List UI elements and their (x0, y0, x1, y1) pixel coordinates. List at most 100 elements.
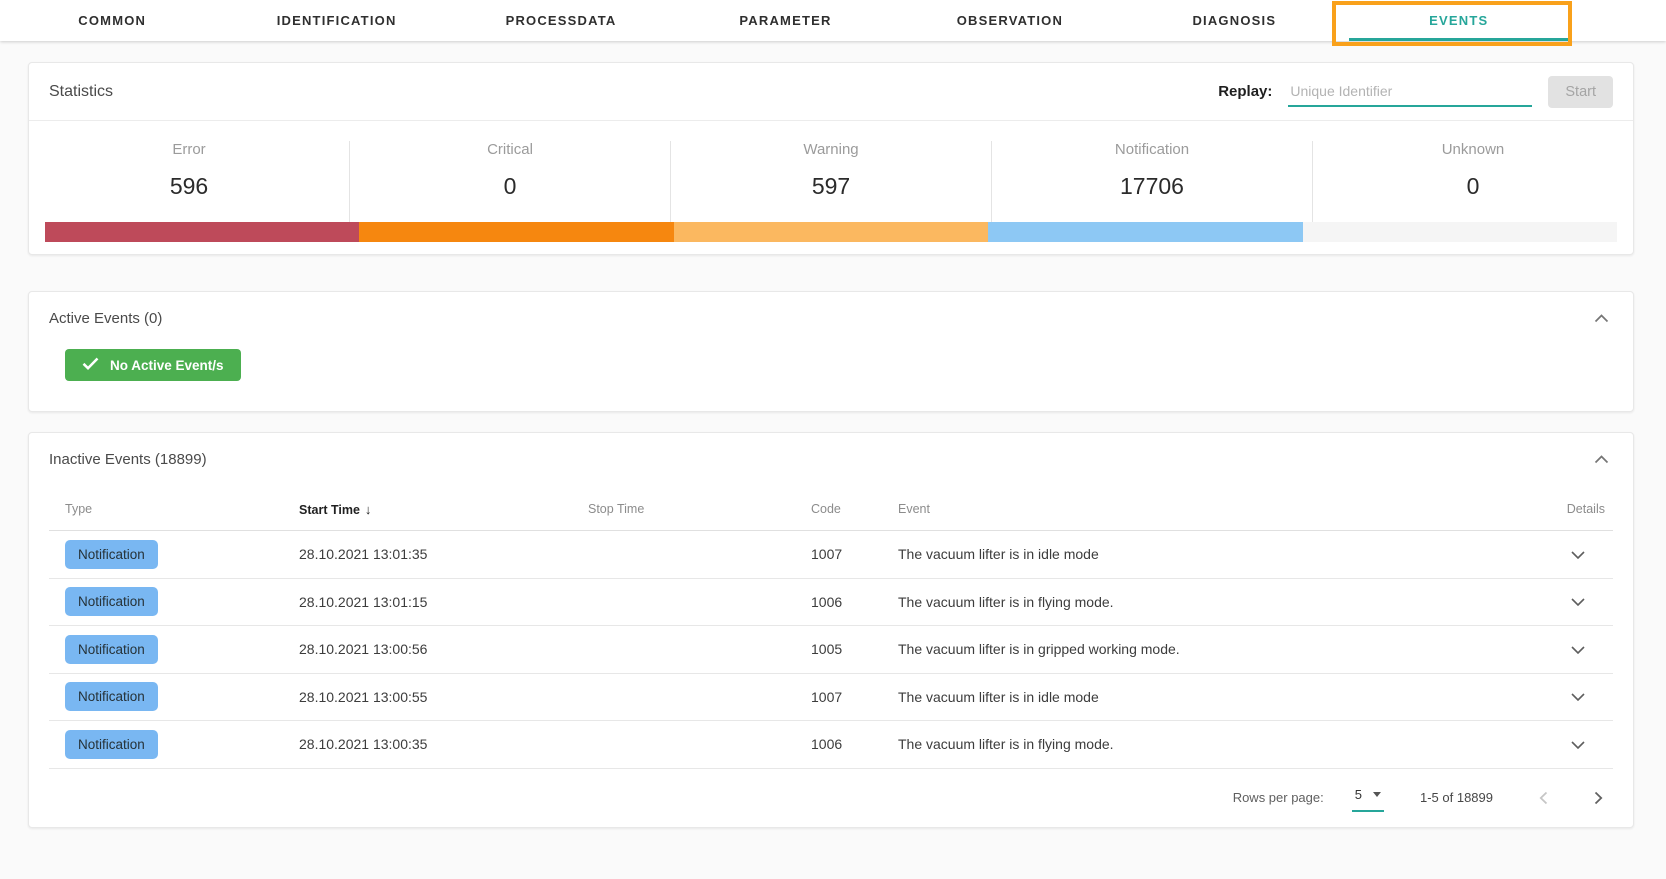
tab-common[interactable]: COMMON (0, 0, 224, 41)
stat-unknown: Unknown 0 (1313, 141, 1633, 222)
table-row: Notification 28.10.2021 13:01:35 1007 Th… (49, 531, 1613, 579)
start-button[interactable]: Start (1548, 76, 1613, 108)
stat-value: 597 (671, 173, 991, 200)
column-header-event: Event (882, 502, 1473, 516)
chevron-down-icon (1571, 547, 1585, 562)
next-page-button[interactable] (1588, 785, 1609, 811)
main-content: Statistics Replay: Start Error 596 Criti… (0, 41, 1666, 828)
table-row: Notification 28.10.2021 13:00:35 1006 Th… (49, 721, 1613, 769)
sort-descending-icon: ↓ (365, 502, 372, 517)
bar-segment-critical (359, 222, 673, 242)
cell-event: The vacuum lifter is in idle mode (882, 689, 1473, 705)
cell-start-time: 28.10.2021 13:00:56 (283, 641, 572, 657)
cell-event: The vacuum lifter is in idle mode (882, 546, 1473, 562)
stat-value: 0 (350, 173, 670, 200)
replay-label: Replay: (1218, 83, 1272, 100)
check-icon (82, 357, 99, 373)
collapse-inactive-events-button[interactable] (1590, 451, 1613, 468)
chevron-up-icon (1594, 452, 1609, 467)
stat-error: Error 596 (29, 141, 350, 222)
tab-identification[interactable]: IDENTIFICATION (224, 0, 448, 41)
chevron-down-icon (1571, 737, 1585, 752)
stat-label: Critical (350, 141, 670, 158)
cell-code: 1006 (795, 736, 882, 752)
type-badge: Notification (65, 730, 158, 759)
expand-row-button[interactable] (1569, 547, 1587, 563)
statistics-grid: Error 596 Critical 0 Warning 597 Notific… (29, 121, 1633, 222)
badge-label: No Active Event/s (110, 358, 224, 373)
inactive-events-title: Inactive Events (18899) (49, 451, 207, 468)
table-row: Notification 28.10.2021 13:00:56 1005 Th… (49, 626, 1613, 674)
column-header-type: Type (49, 502, 283, 516)
column-header-start-time[interactable]: Start Time ↓ (283, 502, 572, 517)
type-badge: Notification (65, 635, 158, 664)
cell-start-time: 28.10.2021 13:00:35 (283, 736, 572, 752)
chevron-down-icon (1571, 594, 1585, 609)
column-header-label: Start Time (299, 503, 360, 517)
severity-color-bar (45, 222, 1617, 242)
replay-group: Replay: Start (1218, 76, 1613, 108)
table-header-row: Type Start Time↓ Stop Time Code Event De… (49, 488, 1613, 531)
expand-row-button[interactable] (1569, 737, 1587, 753)
stat-critical: Critical 0 (350, 141, 671, 222)
cell-event: The vacuum lifter is in flying mode. (882, 594, 1473, 610)
chevron-down-icon (1571, 689, 1585, 704)
chevron-down-icon (1571, 642, 1585, 657)
cell-code: 1007 (795, 689, 882, 705)
stat-value: 17706 (992, 173, 1312, 200)
cell-event: The vacuum lifter is in flying mode. (882, 736, 1473, 752)
rows-per-page-label: Rows per page: (1233, 790, 1324, 805)
chevron-left-icon (1539, 793, 1548, 808)
cell-code: 1005 (795, 641, 882, 657)
expand-row-button[interactable] (1569, 689, 1587, 705)
stat-value: 0 (1313, 173, 1633, 200)
cell-code: 1006 (795, 594, 882, 610)
rows-per-page-select[interactable]: 5 (1352, 784, 1384, 812)
bar-segment-error (45, 222, 359, 242)
active-events-card: Active Events (0) No Active Event/s (28, 291, 1634, 412)
pagination-range-label: 1-5 of 18899 (1420, 790, 1493, 805)
cell-start-time: 28.10.2021 13:01:35 (283, 546, 572, 562)
cell-start-time: 28.10.2021 13:00:55 (283, 689, 572, 705)
table-row: Notification 28.10.2021 13:01:15 1006 Th… (49, 579, 1613, 627)
dropdown-caret-icon (1373, 792, 1381, 797)
expand-row-button[interactable] (1569, 642, 1587, 658)
tab-label: OBSERVATION (957, 13, 1063, 28)
no-active-events-badge: No Active Event/s (65, 349, 241, 381)
tab-processdata[interactable]: PROCESSDATA (449, 0, 673, 41)
column-header-details: Details (1473, 502, 1613, 516)
tab-observation[interactable]: OBSERVATION (898, 0, 1122, 41)
table-pagination: Rows per page: 5 1-5 of 18899 (29, 769, 1633, 827)
tab-label: EVENTS (1429, 13, 1488, 28)
tab-diagnosis[interactable]: DIAGNOSIS (1122, 0, 1346, 41)
tab-events[interactable]: EVENTS (1347, 0, 1571, 41)
chevron-right-icon (1594, 793, 1603, 808)
stat-label: Error (29, 141, 349, 158)
stat-label: Warning (671, 141, 991, 158)
tab-label: DIAGNOSIS (1192, 13, 1276, 28)
type-badge: Notification (65, 682, 158, 711)
tab-label: PARAMETER (739, 13, 831, 28)
table-row: Notification 28.10.2021 13:00:55 1007 Th… (49, 674, 1613, 722)
type-badge: Notification (65, 540, 158, 569)
tab-label: PROCESSDATA (506, 13, 617, 28)
stat-warning: Warning 597 (671, 141, 992, 222)
rows-per-page-value: 5 (1355, 787, 1362, 802)
stat-label: Unknown (1313, 141, 1633, 158)
previous-page-button[interactable] (1533, 785, 1554, 811)
tab-label: COMMON (78, 13, 146, 28)
tab-label: IDENTIFICATION (277, 13, 397, 28)
tab-parameter[interactable]: PARAMETER (673, 0, 897, 41)
tab-bar: COMMON IDENTIFICATION PROCESSDATA PARAME… (0, 0, 1666, 41)
statistics-title: Statistics (49, 83, 113, 101)
replay-unique-identifier-input[interactable] (1288, 77, 1532, 107)
type-badge: Notification (65, 587, 158, 616)
cell-start-time: 28.10.2021 13:01:15 (283, 594, 572, 610)
stat-notification: Notification 17706 (992, 141, 1313, 222)
statistics-card: Statistics Replay: Start Error 596 Criti… (28, 62, 1634, 255)
bar-segment-unknown (1303, 222, 1617, 242)
bar-segment-warning (674, 222, 988, 242)
bar-segment-notification (988, 222, 1302, 242)
expand-row-button[interactable] (1569, 594, 1587, 610)
collapse-active-events-button[interactable] (1590, 310, 1613, 327)
